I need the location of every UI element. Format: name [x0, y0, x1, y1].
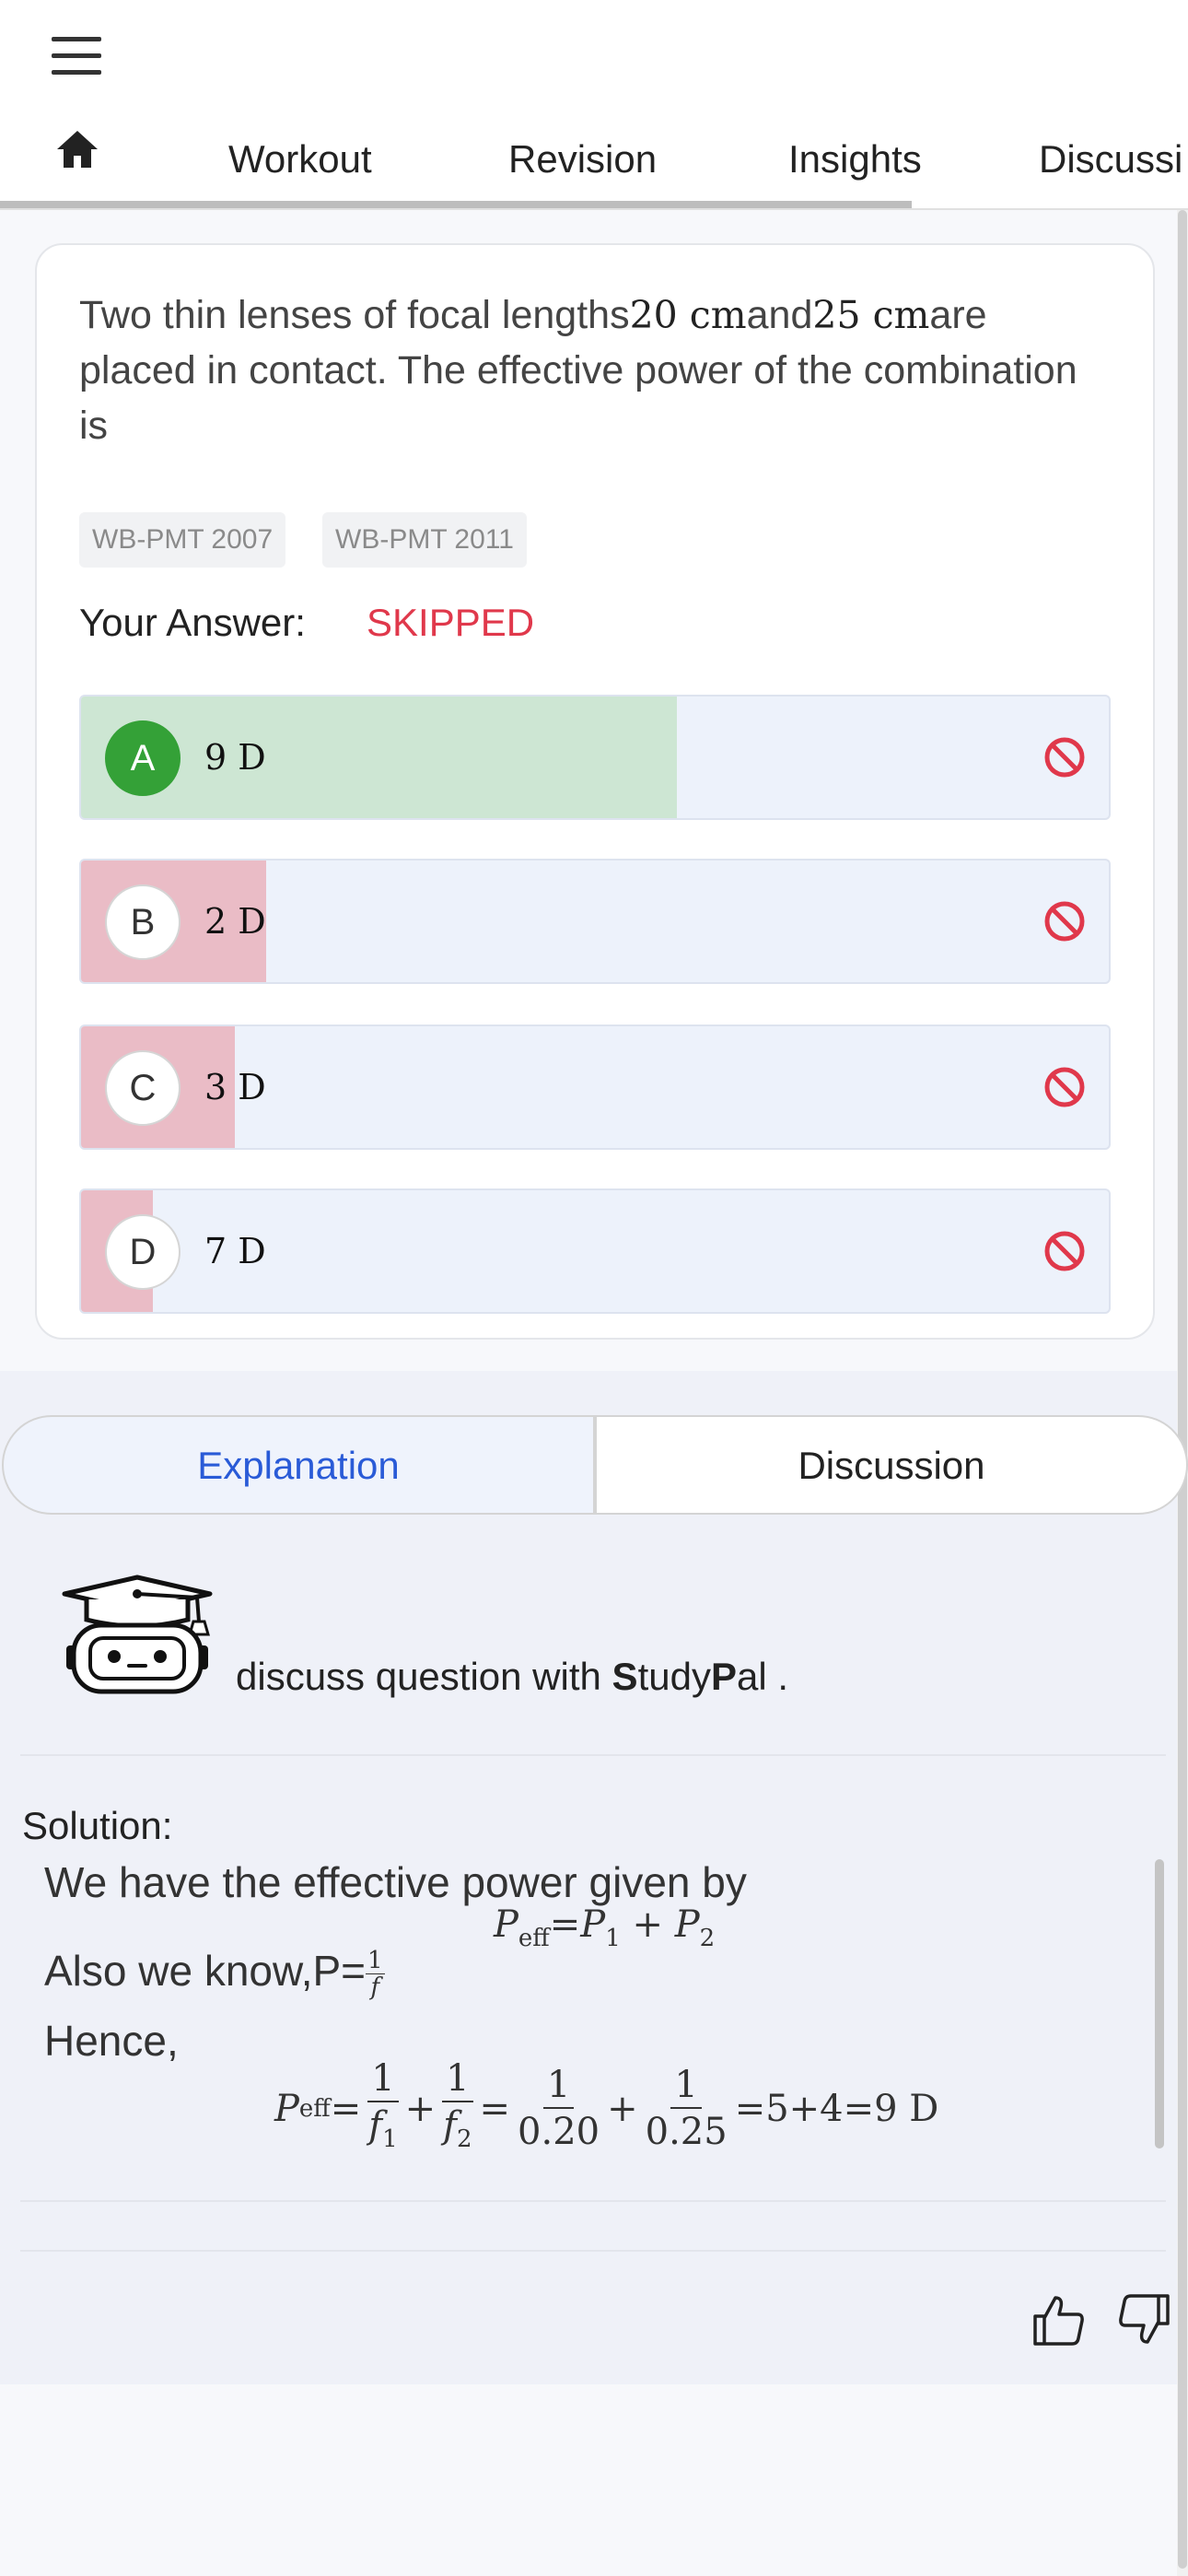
formula-calculation: Peff = 1 f1 + 1 f2 = 1 0.20 + 1 0.25 =5+4=9 D: [274, 2056, 939, 2154]
tab-discussion-panel[interactable]: Discussion: [595, 1415, 1188, 1515]
option-letter: B: [105, 884, 181, 960]
solution-title: Solution:: [22, 1804, 173, 1847]
option-text: 3 D: [204, 1067, 266, 1107]
divider: [20, 1754, 1166, 1756]
thumbs-down-icon[interactable]: [1116, 2292, 1171, 2348]
tabs-divider: [0, 208, 1188, 210]
ban-icon: [1044, 737, 1085, 778]
tab-insights[interactable]: Insights: [788, 129, 922, 190]
home-icon[interactable]: [55, 129, 99, 170]
formula-effective-power: Peff=P1 + P2: [494, 1903, 716, 1952]
question-text-part: and: [746, 293, 813, 337]
divider: [20, 2250, 1166, 2252]
divider: [20, 2200, 1166, 2202]
question-text-part: Two thin lenses of focal lengths: [79, 293, 630, 337]
studypal-link[interactable]: discuss question with StudyPal .: [236, 1655, 788, 1699]
tab-discussion[interactable]: Discussi: [1039, 129, 1182, 190]
option-b[interactable]: B 2 D: [79, 859, 1111, 984]
option-d[interactable]: D 7 D: [79, 1188, 1111, 1314]
hamburger-menu-icon[interactable]: [52, 37, 101, 76]
solution-scrollbar[interactable]: [1155, 1859, 1164, 2149]
focal-length-1: 20 cm: [629, 293, 747, 337]
top-bar: [0, 0, 1188, 111]
option-text: 2 D: [204, 901, 266, 942]
studypal-prefix: discuss question with: [236, 1655, 612, 1698]
studypal-text: tudy: [637, 1655, 711, 1698]
page-scrollbar-thumb[interactable]: [1178, 210, 1187, 2569]
exam-tag: WB-PMT 2011: [322, 512, 527, 568]
tab-explanation[interactable]: Explanation: [2, 1415, 595, 1515]
option-letter: D: [105, 1214, 181, 1290]
question-text: Two thin lenses of focal lengths20 cmand…: [79, 287, 1101, 453]
option-letter: A: [105, 720, 181, 796]
robot-graduate-icon[interactable]: [59, 1574, 215, 1697]
solution-line-3: Hence,: [44, 2017, 179, 2065]
your-answer-label: Your Answer:: [79, 601, 306, 644]
formula-power-fraction: 1f: [366, 1947, 385, 2002]
option-c[interactable]: C 3 D: [79, 1025, 1111, 1150]
studypal-letter: S: [611, 1655, 638, 1698]
tab-workout[interactable]: Workout: [228, 129, 372, 190]
solution-line-2: Also we know,P= 1 f: [44, 1946, 385, 2000]
studypal-letter: P: [710, 1655, 737, 1698]
option-letter: C: [105, 1050, 181, 1126]
option-text: 9 D: [204, 737, 266, 778]
solution-line-1: We have the effective power given by: [44, 1858, 747, 1906]
formula-result: =5+4=9 D: [734, 2088, 939, 2130]
thumbs-up-icon[interactable]: [1031, 2292, 1087, 2348]
your-answer-value: SKIPPED: [367, 601, 535, 644]
studypal-text: al .: [736, 1655, 788, 1698]
ban-icon: [1044, 901, 1085, 942]
tab-revision[interactable]: Revision: [508, 129, 657, 190]
solution-line-2-text: Also we know,P=: [44, 1947, 367, 1995]
ban-icon: [1044, 1067, 1085, 1107]
option-text: 7 D: [204, 1231, 266, 1271]
top-tabs: Workout Revision Insights Discussi: [0, 111, 1188, 208]
option-a[interactable]: A 9 D: [79, 695, 1111, 820]
focal-length-2: 25 cm: [812, 293, 930, 337]
ban-icon: [1044, 1231, 1085, 1271]
exam-tag: WB-PMT 2007: [79, 512, 286, 568]
